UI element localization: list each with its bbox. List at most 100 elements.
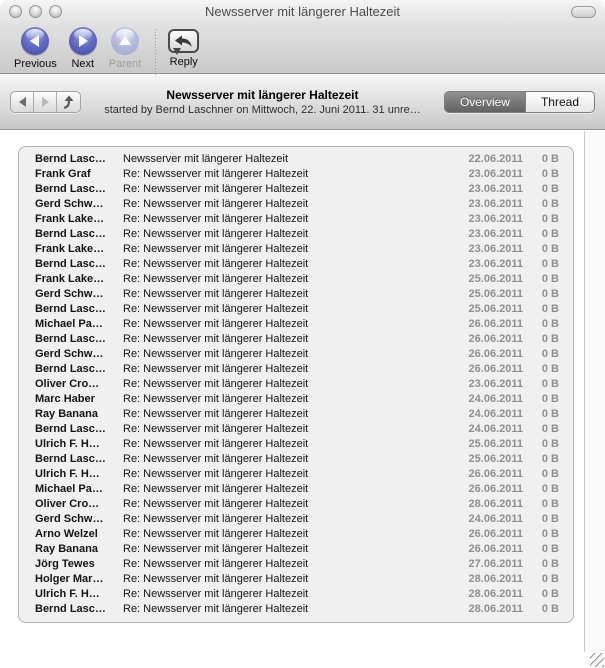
message-subject: Re: Newsserver mit längerer Haltezeit [123, 182, 457, 197]
forward-button[interactable] [34, 92, 57, 112]
message-row[interactable]: Bernd Lasc…Re: Newsserver mit längerer H… [19, 422, 573, 437]
message-author: Ulrich F. H… [35, 467, 123, 482]
message-subject: Re: Newsserver mit längerer Haltezeit [123, 452, 457, 467]
message-row[interactable]: Gerd Schw…Re: Newsserver mit längerer Ha… [19, 197, 573, 212]
next-button[interactable]: Next [63, 27, 103, 70]
message-subject: Re: Newsserver mit längerer Haltezeit [123, 437, 457, 452]
vertical-scrollbar-track[interactable] [584, 131, 605, 652]
message-size: 0 B [523, 587, 559, 602]
up-button[interactable] [57, 92, 80, 112]
message-subject: Re: Newsserver mit längerer Haltezeit [123, 497, 457, 512]
message-date: 26.06.2011 [457, 362, 523, 377]
message-row[interactable]: Oliver Cro…Re: Newsserver mit längerer H… [19, 377, 573, 392]
message-date: 23.06.2011 [457, 257, 523, 272]
message-subject: Re: Newsserver mit längerer Haltezeit [123, 347, 457, 362]
message-row[interactable]: Bernd Lasc…Newsserver mit längerer Halte… [19, 152, 573, 167]
thread-header: Newsserver mit längerer Haltezeit starte… [0, 75, 605, 130]
message-subject: Re: Newsserver mit längerer Haltezeit [123, 227, 457, 242]
message-date: 26.06.2011 [457, 542, 523, 557]
message-subject: Re: Newsserver mit längerer Haltezeit [123, 287, 457, 302]
message-author: Gerd Schw… [35, 197, 123, 212]
message-row[interactable]: Marc HaberRe: Newsserver mit längerer Ha… [19, 392, 573, 407]
next-label: Next [71, 58, 94, 70]
message-size: 0 B [523, 392, 559, 407]
message-author: Ulrich F. H… [35, 587, 123, 602]
message-size: 0 B [523, 302, 559, 317]
traffic-lights [9, 5, 62, 18]
message-size: 0 B [523, 437, 559, 452]
message-size: 0 B [523, 527, 559, 542]
message-author: Gerd Schw… [35, 512, 123, 527]
message-date: 26.06.2011 [457, 317, 523, 332]
message-row[interactable]: Gerd Schw…Re: Newsserver mit längerer Ha… [19, 512, 573, 527]
message-subject: Re: Newsserver mit längerer Haltezeit [123, 572, 457, 587]
tab-thread[interactable]: Thread [526, 92, 594, 112]
message-row[interactable]: Oliver Cro…Re: Newsserver mit längerer H… [19, 497, 573, 512]
previous-button[interactable]: Previous [8, 27, 63, 70]
message-size: 0 B [523, 482, 559, 497]
minimize-button[interactable] [29, 5, 42, 18]
message-row[interactable]: Frank GrafRe: Newsserver mit längerer Ha… [19, 167, 573, 182]
window-chrome: Newsserver mit längerer Haltezeit Previo… [0, 0, 605, 74]
message-subject: Re: Newsserver mit längerer Haltezeit [123, 317, 457, 332]
close-button[interactable] [9, 5, 22, 18]
message-row[interactable]: Ulrich F. H…Re: Newsserver mit längerer … [19, 587, 573, 602]
message-row[interactable]: Bernd Lasc…Re: Newsserver mit längerer H… [19, 362, 573, 377]
message-row[interactable]: Bernd Lasc…Re: Newsserver mit längerer H… [19, 182, 573, 197]
message-row[interactable]: Frank Lake…Re: Newsserver mit längerer H… [19, 242, 573, 257]
message-row[interactable]: Ulrich F. H…Re: Newsserver mit längerer … [19, 467, 573, 482]
titlebar[interactable]: Newsserver mit längerer Haltezeit [0, 0, 605, 22]
message-row[interactable]: Gerd Schw…Re: Newsserver mit längerer Ha… [19, 287, 573, 302]
toolbar: Previous Next Parent Reply [0, 22, 605, 75]
window-resize-grip[interactable] [590, 653, 604, 667]
zoom-button[interactable] [49, 5, 62, 18]
message-date: 28.06.2011 [457, 587, 523, 602]
message-subject: Re: Newsserver mit längerer Haltezeit [123, 407, 457, 422]
message-author: Gerd Schw… [35, 287, 123, 302]
message-author: Ulrich F. H… [35, 437, 123, 452]
message-subject: Re: Newsserver mit längerer Haltezeit [123, 257, 457, 272]
message-size: 0 B [523, 497, 559, 512]
message-date: 28.06.2011 [457, 602, 523, 617]
message-size: 0 B [523, 227, 559, 242]
parent-label: Parent [109, 58, 141, 70]
message-size: 0 B [523, 167, 559, 182]
message-row[interactable]: Bernd Lasc…Re: Newsserver mit längerer H… [19, 227, 573, 242]
message-row[interactable]: Holger Mar…Re: Newsserver mit längerer H… [19, 572, 573, 587]
message-size: 0 B [523, 257, 559, 272]
message-row[interactable]: Ray BananaRe: Newsserver mit längerer Ha… [19, 542, 573, 557]
back-button[interactable] [11, 92, 34, 112]
reply-button[interactable]: Reply [162, 27, 205, 68]
message-date: 24.06.2011 [457, 512, 523, 527]
message-row[interactable]: Arno WelzelRe: Newsserver mit längerer H… [19, 527, 573, 542]
message-row[interactable]: Frank Lake…Re: Newsserver mit längerer H… [19, 272, 573, 287]
thread-title: Newsserver mit längerer Haltezeit [89, 88, 436, 102]
message-row[interactable]: Bernd Lasc…Re: Newsserver mit längerer H… [19, 452, 573, 467]
message-row[interactable]: Jörg TewesRe: Newsserver mit längerer Ha… [19, 557, 573, 572]
message-row[interactable]: Michael Pa…Re: Newsserver mit längerer H… [19, 482, 573, 497]
message-size: 0 B [523, 197, 559, 212]
message-row[interactable]: Bernd Lasc…Re: Newsserver mit längerer H… [19, 257, 573, 272]
message-row[interactable]: Ulrich F. H…Re: Newsserver mit längerer … [19, 437, 573, 452]
message-row[interactable]: Ray BananaRe: Newsserver mit längerer Ha… [19, 407, 573, 422]
message-author: Bernd Lasc… [35, 332, 123, 347]
message-subject: Re: Newsserver mit längerer Haltezeit [123, 302, 457, 317]
message-author: Michael Pa… [35, 482, 123, 497]
message-date: 26.06.2011 [457, 482, 523, 497]
message-row[interactable]: Michael Pa…Re: Newsserver mit längerer H… [19, 317, 573, 332]
toolbar-toggle-pill[interactable] [571, 6, 596, 18]
message-row[interactable]: Gerd Schw…Re: Newsserver mit längerer Ha… [19, 347, 573, 362]
message-subject: Re: Newsserver mit längerer Haltezeit [123, 167, 457, 182]
message-size: 0 B [523, 602, 559, 617]
message-row[interactable]: Bernd Lasc…Re: Newsserver mit längerer H… [19, 332, 573, 347]
previous-label: Previous [14, 58, 57, 70]
message-author: Gerd Schw… [35, 347, 123, 362]
message-subject: Re: Newsserver mit längerer Haltezeit [123, 392, 457, 407]
message-author: Michael Pa… [35, 317, 123, 332]
message-row[interactable]: Bernd Lasc…Re: Newsserver mit längerer H… [19, 302, 573, 317]
message-row[interactable]: Frank Lake…Re: Newsserver mit längerer H… [19, 212, 573, 227]
reply-bubble-icon [168, 29, 199, 53]
message-date: 23.06.2011 [457, 197, 523, 212]
tab-overview[interactable]: Overview [445, 92, 526, 112]
message-row[interactable]: Bernd Lasc…Re: Newsserver mit längerer H… [19, 602, 573, 617]
